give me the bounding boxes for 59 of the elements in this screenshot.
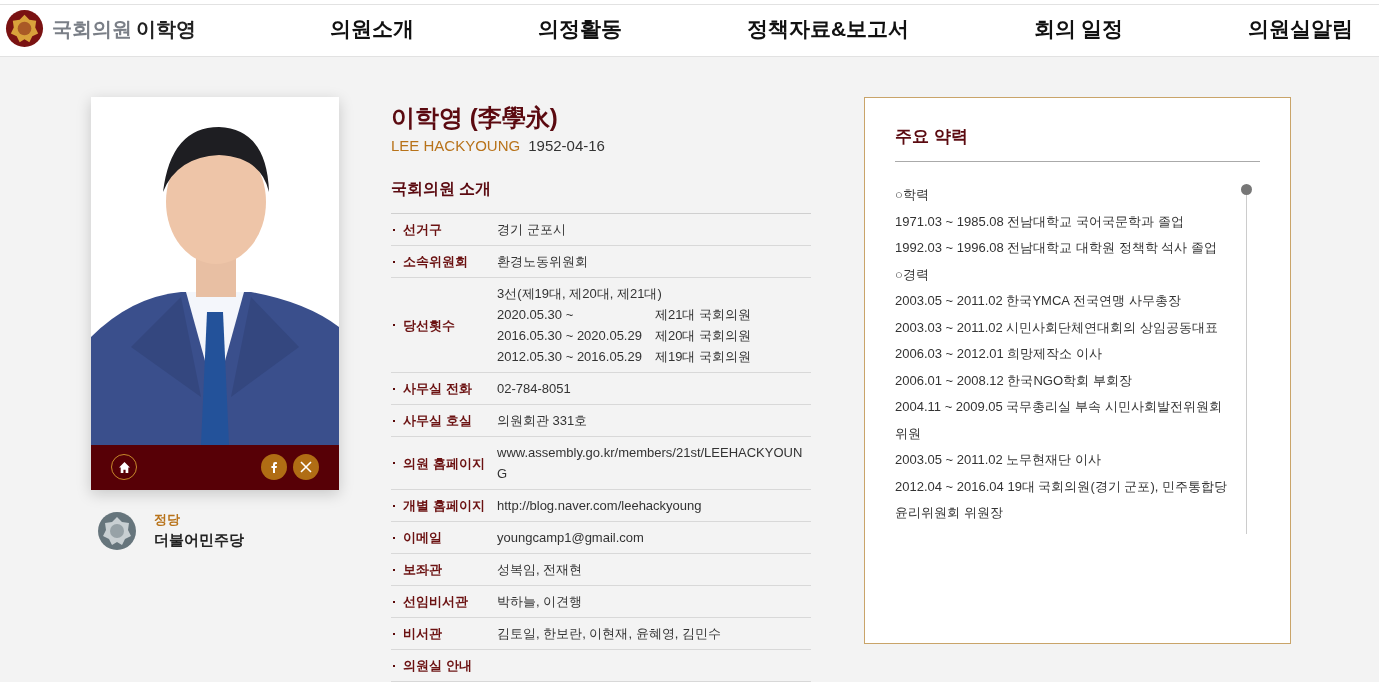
member-name: 이학영 <box>136 16 196 42</box>
row-value: 성복임, 전재현 <box>497 562 583 577</box>
row-label: 사무실 전화 <box>403 380 472 398</box>
row-value: 김토일, 한보란, 이현재, 윤혜영, 김민수 <box>497 626 721 641</box>
party-label: 정당 <box>154 510 181 529</box>
panel-title: 주요 약력 <box>895 123 1260 162</box>
row-label: 의원 홈페이지 <box>403 454 485 473</box>
facebook-icon[interactable] <box>261 454 287 480</box>
row-label: 비서관 <box>403 625 442 643</box>
career-line: 2003.05 ~ 2011.02 노무현재단 이사 <box>895 451 1103 469</box>
term-title: 제21대 국회의원 <box>655 306 752 324</box>
row-label: 사무실 호실 <box>403 412 472 430</box>
site-title: 국회의원 <box>52 16 132 42</box>
row-label: 이메일 <box>403 529 442 547</box>
career-line: 2003.05 ~ 2011.02 한국YMCA 전국연맹 사무총장 <box>895 292 1182 310</box>
nav-link[interactable]: 의원실알림 <box>1247 13 1353 45</box>
emblem-logo <box>5 9 44 49</box>
nav-link[interactable]: 의정활동 <box>538 13 623 45</box>
party-name: 더불어민주당 <box>154 530 244 550</box>
row-label: 선거구 <box>403 221 442 239</box>
row-value: 환경노동위원회 <box>497 254 588 269</box>
term-title: 제19대 국회의원 <box>655 348 752 366</box>
row-label: 당선횟수 <box>403 316 455 335</box>
term-period: 2020.05.30 ~ <box>497 306 575 324</box>
row-label: 의원실 안내 <box>403 657 472 675</box>
term-period: 2012.05.30 ~ 2016.05.29 <box>497 348 643 366</box>
career-line: 2006.03 ~ 2012.01 희망제작소 이사 <box>895 345 1104 363</box>
row-value: 02-784-8051 <box>497 381 571 396</box>
row-value: www.assembly.go.kr/members/21st/LEEHACKYOUNG <box>497 445 803 481</box>
row-label: 선임비서관 <box>403 593 468 611</box>
career-line: 2006.01 ~ 2008.12 한국NGO학회 부회장 <box>895 371 1133 390</box>
english-name: LEE HACKYOUNG <box>391 135 521 156</box>
row-label: 보좌관 <box>403 561 442 579</box>
x-logo-icon[interactable] <box>293 454 319 480</box>
career-line: 2004.11 ~ 2009.05 국무총리실 부속 시민사회발전위원회 위원 <box>895 398 1223 443</box>
row-value: 경기 군포시 <box>497 222 566 237</box>
term-period: 2016.05.30 ~ 2020.05.29 <box>497 327 643 345</box>
member-full-name: 이학영 (李學永) <box>391 102 559 133</box>
scrollbar[interactable] <box>1241 184 1252 534</box>
row-value: 3선(제19대, 제20대, 제21대) <box>497 285 663 303</box>
row-label: 개별 홈페이지 <box>403 497 485 515</box>
career-line: 1992.03 ~ 1996.08 전남대학교 대학원 정책학 석사 졸업 <box>895 239 1218 257</box>
birth-date: 1952-04-16 <box>528 135 605 156</box>
nav-link[interactable]: 회의 일정 <box>1033 13 1124 45</box>
row-value: youngcamp1@gmail.com <box>497 530 644 545</box>
career-line: 2012.04 ~ 2016.04 19대 국회의원(경기 군포), 민주통합당 윤리위원회 위원장 <box>895 477 1228 522</box>
row-label: 소속위원회 <box>403 253 468 271</box>
career-line: ○학력 <box>895 186 930 204</box>
row-value: http://blog.naver.com/leehackyoung <box>497 498 702 513</box>
row-value: 박하늘, 이견행 <box>497 594 583 609</box>
career-line: 2003.03 ~ 2011.02 시민사회단체연대회의 상임공동대표 <box>895 318 1220 337</box>
career-line: 1971.03 ~ 1985.08 전남대학교 국어국문학과 졸업 <box>895 212 1185 231</box>
career-line: ○경력 <box>895 265 930 284</box>
row-value: 의원회관 331호 <box>497 413 588 428</box>
party-emblem-icon <box>97 510 137 551</box>
nav-link[interactable]: 의원소개 <box>330 13 414 45</box>
nav-link[interactable]: 정책자료&보고서 <box>746 13 910 45</box>
term-title: 제20대 국회의원 <box>655 327 752 345</box>
section-title: 국회의원 소개 <box>391 179 493 199</box>
